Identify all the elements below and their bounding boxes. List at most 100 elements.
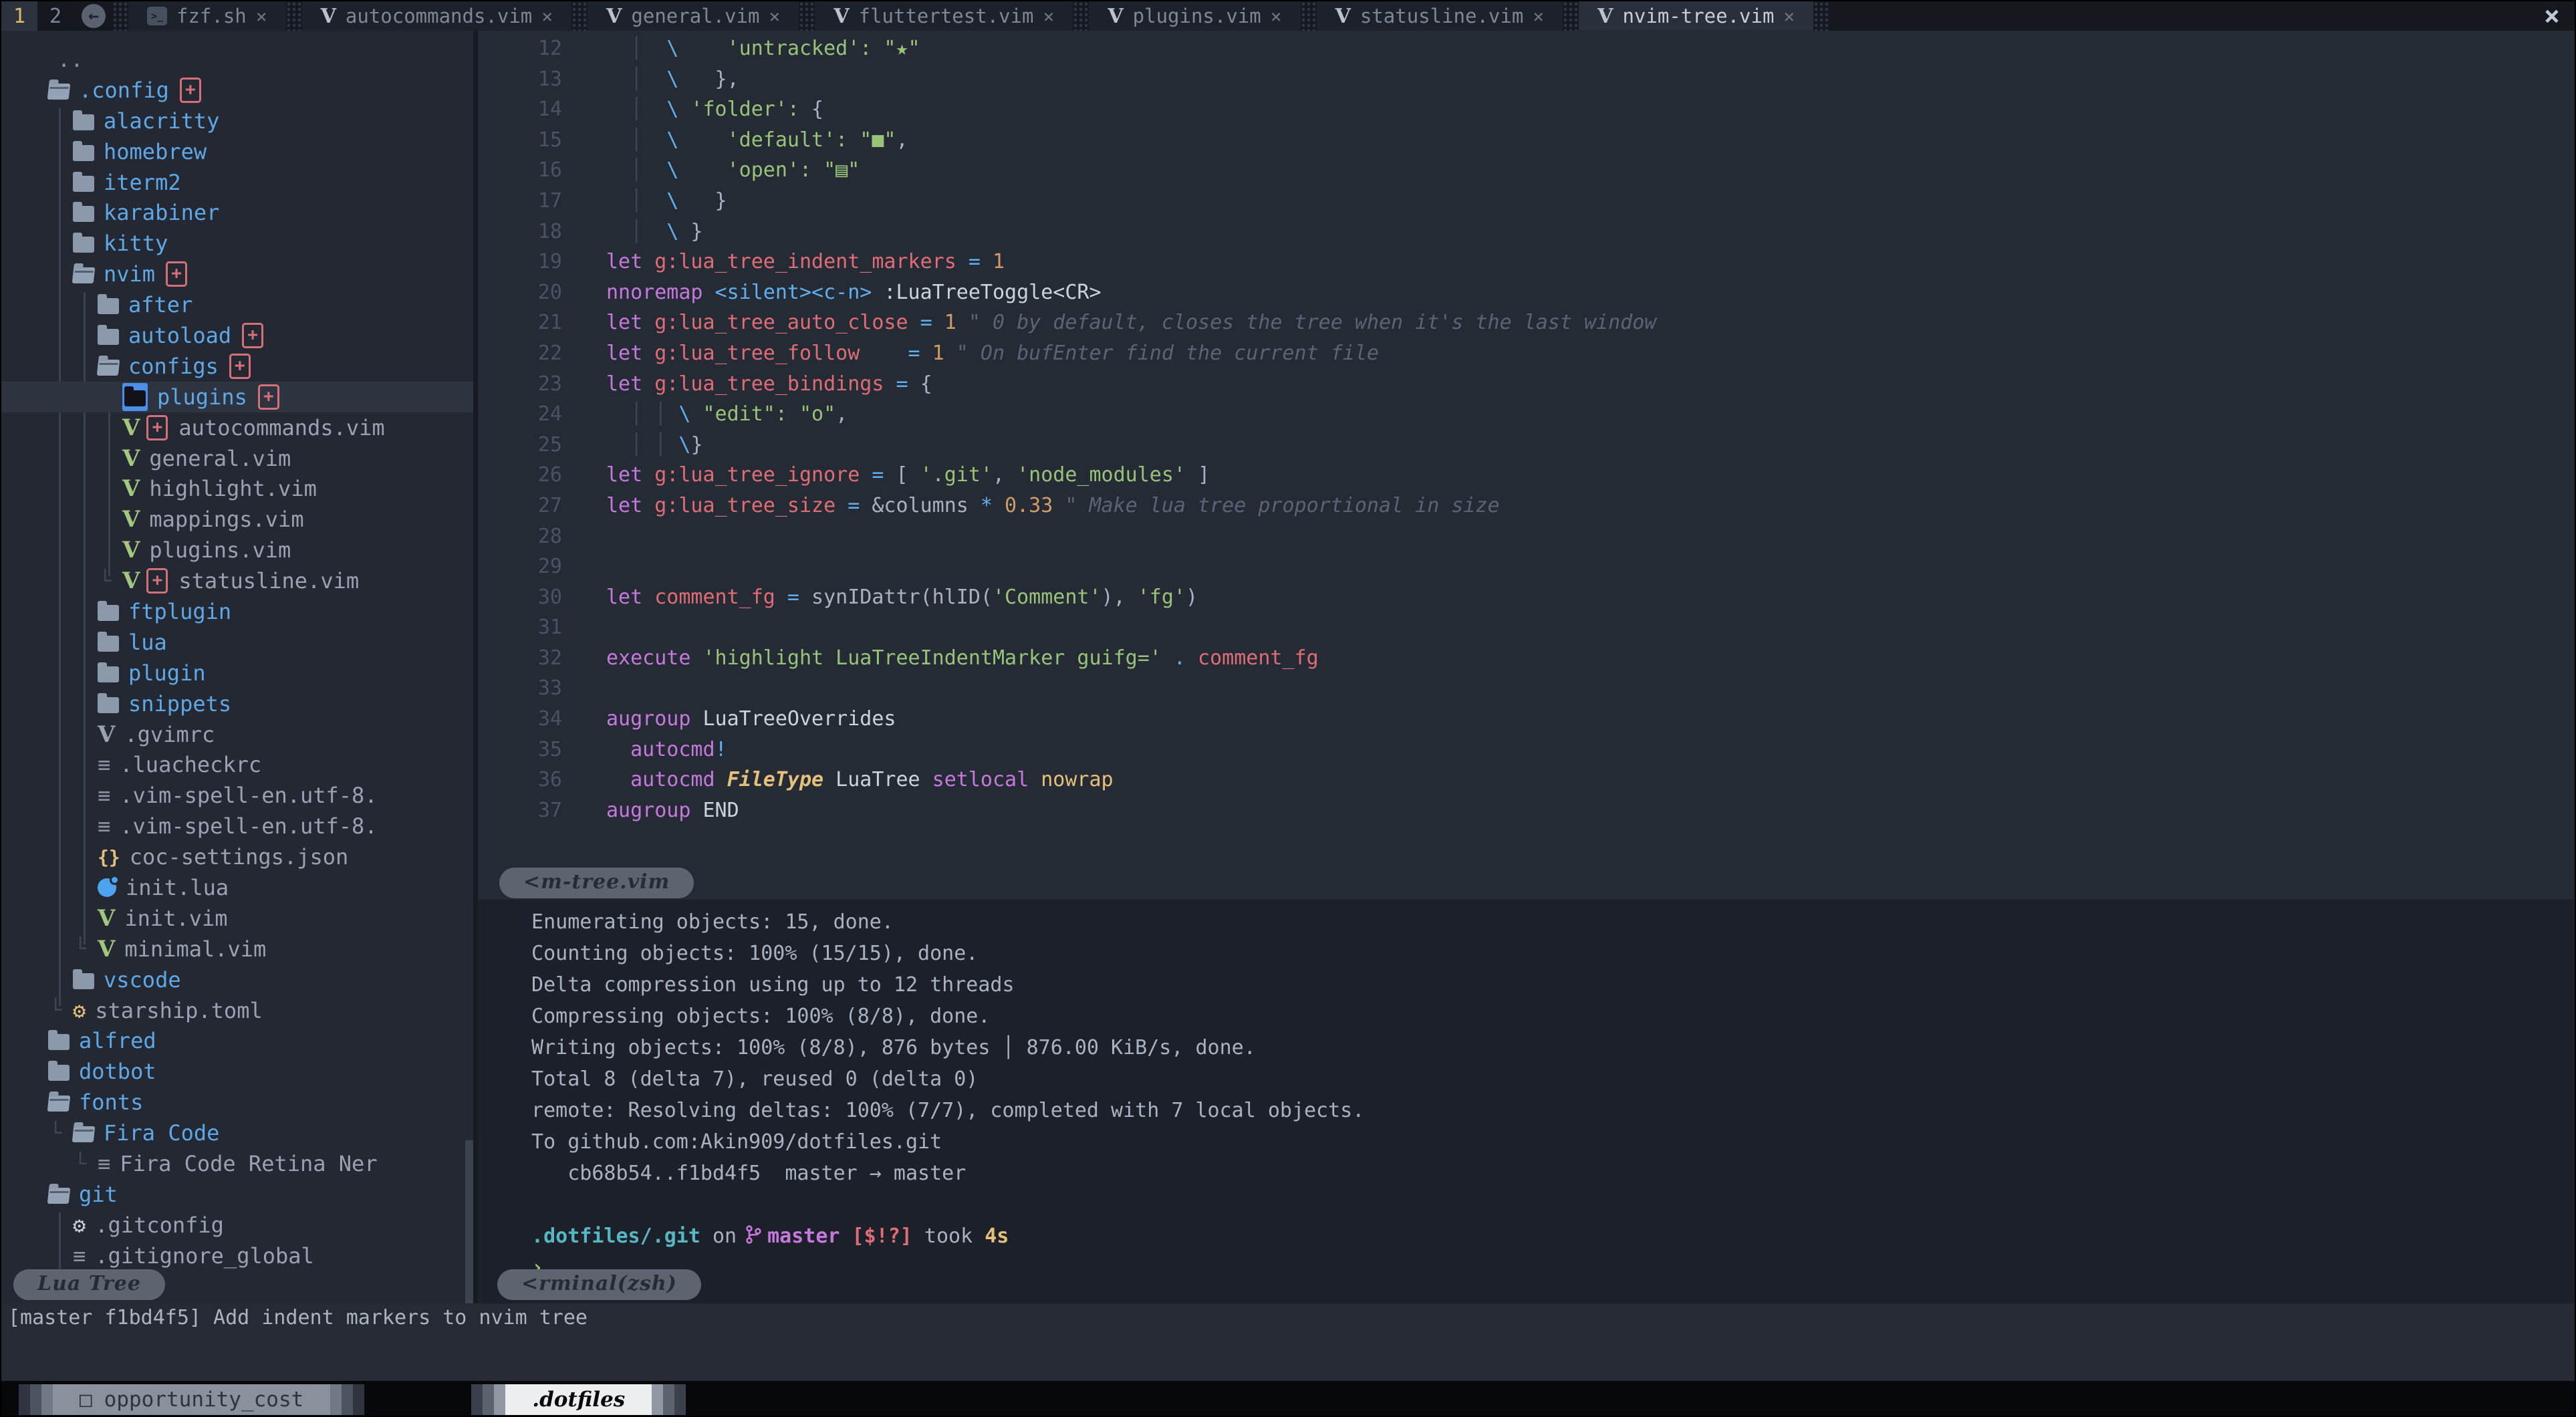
tmux-session-right[interactable]: .dotfiles <box>471 1384 686 1415</box>
tree-item-highlight.vim[interactable]: Vhighlight.vim <box>1 473 473 504</box>
tree-item-plugins.vim[interactable]: Vplugins.vim <box>1 535 473 565</box>
tree-item-dotbot[interactable]: dotbot <box>1 1056 473 1087</box>
tree-item-.gitconfig[interactable]: ⚙.gitconfig <box>1 1210 473 1241</box>
code-line[interactable]: 21let g:lua_tree_auto_close = 1 " 0 by d… <box>478 307 2576 338</box>
code-line[interactable]: 18 │ \ } <box>478 217 2576 247</box>
code-line[interactable]: 25 │ │ \} <box>478 430 2576 461</box>
code-line[interactable]: 29 <box>478 551 2576 582</box>
code-line[interactable]: 22let g:lua_tree_follow = 1 " On bufEnte… <box>478 338 2576 369</box>
code-text: │ \ 'open': "▤" <box>586 158 860 182</box>
code-text: │ \ 'default': "■", <box>586 128 908 152</box>
tree-item-nvim[interactable]: nvim+ <box>1 259 473 289</box>
tab-close-icon[interactable]: × <box>1533 5 1544 27</box>
tree-item-init.vim[interactable]: Vinit.vim <box>1 903 473 934</box>
tab-statusline.vim[interactable]: Vstatusline.vim× <box>1317 1 1563 31</box>
tab-general.vim[interactable]: Vgeneral.vim× <box>588 1 799 31</box>
code-line[interactable]: 12 │ \ 'untracked': "★" <box>478 33 2576 64</box>
code-line[interactable]: 23let g:lua_tree_bindings = { <box>478 369 2576 400</box>
tree-item-Fira-Code-Retina-Ner[interactable]: └≡Fira Code Retina Ner <box>1 1148 473 1179</box>
tree-item-alacritty[interactable]: alacritty <box>1 106 473 136</box>
tree-item-iterm2[interactable]: iterm2 <box>1 167 473 198</box>
tab-fzf.sh[interactable]: >_fzf.sh× <box>128 1 286 31</box>
pane-separator[interactable] <box>473 31 478 1303</box>
tree-item-ftplugin[interactable]: ftplugin <box>1 596 473 627</box>
tree-item-snippets[interactable]: snippets <box>1 688 473 719</box>
tree-item-coc-settings.json[interactable]: {}coc-settings.json <box>1 842 473 872</box>
tree-item-starship.toml[interactable]: └⚙starship.toml <box>1 995 473 1026</box>
tab-close-icon[interactable]: × <box>256 5 267 27</box>
code-line[interactable]: 19let g:lua_tree_indent_markers = 1 <box>478 247 2576 277</box>
tree-item-karabiner[interactable]: karabiner <box>1 197 473 228</box>
file-tree-sidebar[interactable]: ...config+alacrittyhomebrewiterm2karabin… <box>1 31 473 1303</box>
code-line[interactable]: 27let g:lua_tree_size = &columns * 0.33 … <box>478 491 2576 521</box>
sidebar-scrollbar[interactable] <box>465 1140 473 1303</box>
tab-fluttertest.vim[interactable]: Vfluttertest.vim× <box>815 1 1073 31</box>
tmux-session-left[interactable]: □ opportunity_cost <box>19 1384 364 1415</box>
code-line[interactable]: 35 autocmd! <box>478 735 2576 765</box>
code-line[interactable]: 20nnoremap <silent><c-n> :LuaTreeToggle<… <box>478 277 2576 308</box>
vim-file-icon: V <box>122 569 140 592</box>
tree-item-statusline.vim[interactable]: └V+statusline.vim <box>1 565 473 596</box>
code-line[interactable]: 28 <box>478 521 2576 552</box>
tree-item-fonts[interactable]: fonts <box>1 1087 473 1118</box>
tab-close-icon[interactable]: × <box>1271 5 1282 27</box>
tree-item-label: autocommands.vim <box>178 415 384 440</box>
tree-item-mappings.vim[interactable]: Vmappings.vim <box>1 504 473 535</box>
tab-close-icon[interactable]: × <box>1783 5 1795 27</box>
tree-item-.gvimrc[interactable]: V.gvimrc <box>1 719 473 750</box>
terminal-pane[interactable]: Enumerating objects: 15, done. Counting … <box>478 900 2576 1303</box>
code-line[interactable]: 17 │ \ } <box>478 186 2576 217</box>
tab-autocommands.vim[interactable]: Vautocommands.vim× <box>302 1 572 31</box>
tree-item-vscode[interactable]: vscode <box>1 964 473 995</box>
back-arrow-icon[interactable]: ← <box>82 4 106 28</box>
gear-icon: ⚙ <box>73 998 86 1023</box>
tab-label: autocommands.vim <box>346 5 532 27</box>
line-number: 29 <box>478 551 586 582</box>
tree-item-label: fonts <box>79 1089 143 1115</box>
code-line[interactable]: 26let g:lua_tree_ignore = [ '.git', 'nod… <box>478 460 2576 491</box>
tree-item-init.lua[interactable]: init.lua <box>1 872 473 903</box>
code-line[interactable]: 32execute 'highlight LuaTreeIndentMarker… <box>478 643 2576 674</box>
tree-item-minimal.vim[interactable]: └Vminimal.vim <box>1 934 473 964</box>
tab-close-icon[interactable]: × <box>1043 5 1055 27</box>
tree-item-kitty[interactable]: kitty <box>1 228 473 259</box>
code-line[interactable]: 36 autocmd FileType LuaTree setlocal now… <box>478 765 2576 795</box>
tree-item-.vim-spell-en.utf-8.[interactable]: ≡.vim-spell-en.utf-8. <box>1 811 473 842</box>
tree-item-lua[interactable]: lua <box>1 627 473 658</box>
tree-item-git[interactable]: git <box>1 1179 473 1210</box>
code-line[interactable]: 37augroup END <box>478 795 2576 826</box>
tab-plugins.vim[interactable]: Vplugins.vim× <box>1089 1 1300 31</box>
code-line[interactable]: 14 │ \ 'folder': { <box>478 94 2576 125</box>
git-new-badge: + <box>180 78 201 103</box>
code-line[interactable]: 34augroup LuaTreeOverrides <box>478 704 2576 735</box>
tree-item-autoload[interactable]: autoload+ <box>1 320 473 351</box>
tree-item-configs[interactable]: configs+ <box>1 351 473 382</box>
code-line[interactable]: 30let comment_fg = synIDattr(hlID('Comme… <box>478 582 2576 613</box>
code-line[interactable]: 33 <box>478 673 2576 704</box>
tree-item-..[interactable]: .. <box>1 44 473 75</box>
tree-item-homebrew[interactable]: homebrew <box>1 136 473 167</box>
code-line[interactable]: 13 │ \ }, <box>478 64 2576 95</box>
code-line[interactable]: 16 │ \ 'open': "▤" <box>478 155 2576 186</box>
tree-item-.config[interactable]: .config+ <box>1 75 473 106</box>
tree-item-plugin[interactable]: plugin <box>1 658 473 688</box>
tree-item-.vim-spell-en.utf-8.[interactable]: ≡.vim-spell-en.utf-8. <box>1 780 473 811</box>
tree-item-general.vim[interactable]: Vgeneral.vim <box>1 443 473 474</box>
tree-item-Fira-Code[interactable]: └Fira Code <box>1 1118 473 1148</box>
code-line[interactable]: 15 │ \ 'default': "■", <box>478 125 2576 156</box>
tree-item-autocommands.vim[interactable]: V+autocommands.vim <box>1 412 473 443</box>
tab-close-icon[interactable]: × <box>769 5 780 27</box>
tree-item-.luacheckrc[interactable]: ≡.luacheckrc <box>1 749 473 780</box>
tree-item-after[interactable]: after <box>1 289 473 320</box>
tree-item-alfred[interactable]: alfred <box>1 1026 473 1057</box>
code-line[interactable]: 24 │ │ \ "edit": "o", <box>478 399 2576 430</box>
editor-pane[interactable]: 12 │ \ 'untracked': "★"13 │ \ },14 │ \ '… <box>478 31 2576 902</box>
tree-item-.gitignore-global[interactable]: ≡.gitignore_global <box>1 1241 473 1271</box>
tab-close-icon[interactable]: × <box>541 5 553 27</box>
tmux-window-indicator[interactable]: 2 <box>37 1 74 31</box>
tree-item-plugins[interactable]: plugins+ <box>1 382 473 412</box>
code-line[interactable]: 31 <box>478 612 2576 643</box>
tab-nvim-tree.vim[interactable]: Vnvim-tree.vim× <box>1579 1 1813 31</box>
close-all-icon[interactable]: × <box>2544 1 2576 31</box>
tmux-window-indicator[interactable]: 1 <box>1 1 37 31</box>
